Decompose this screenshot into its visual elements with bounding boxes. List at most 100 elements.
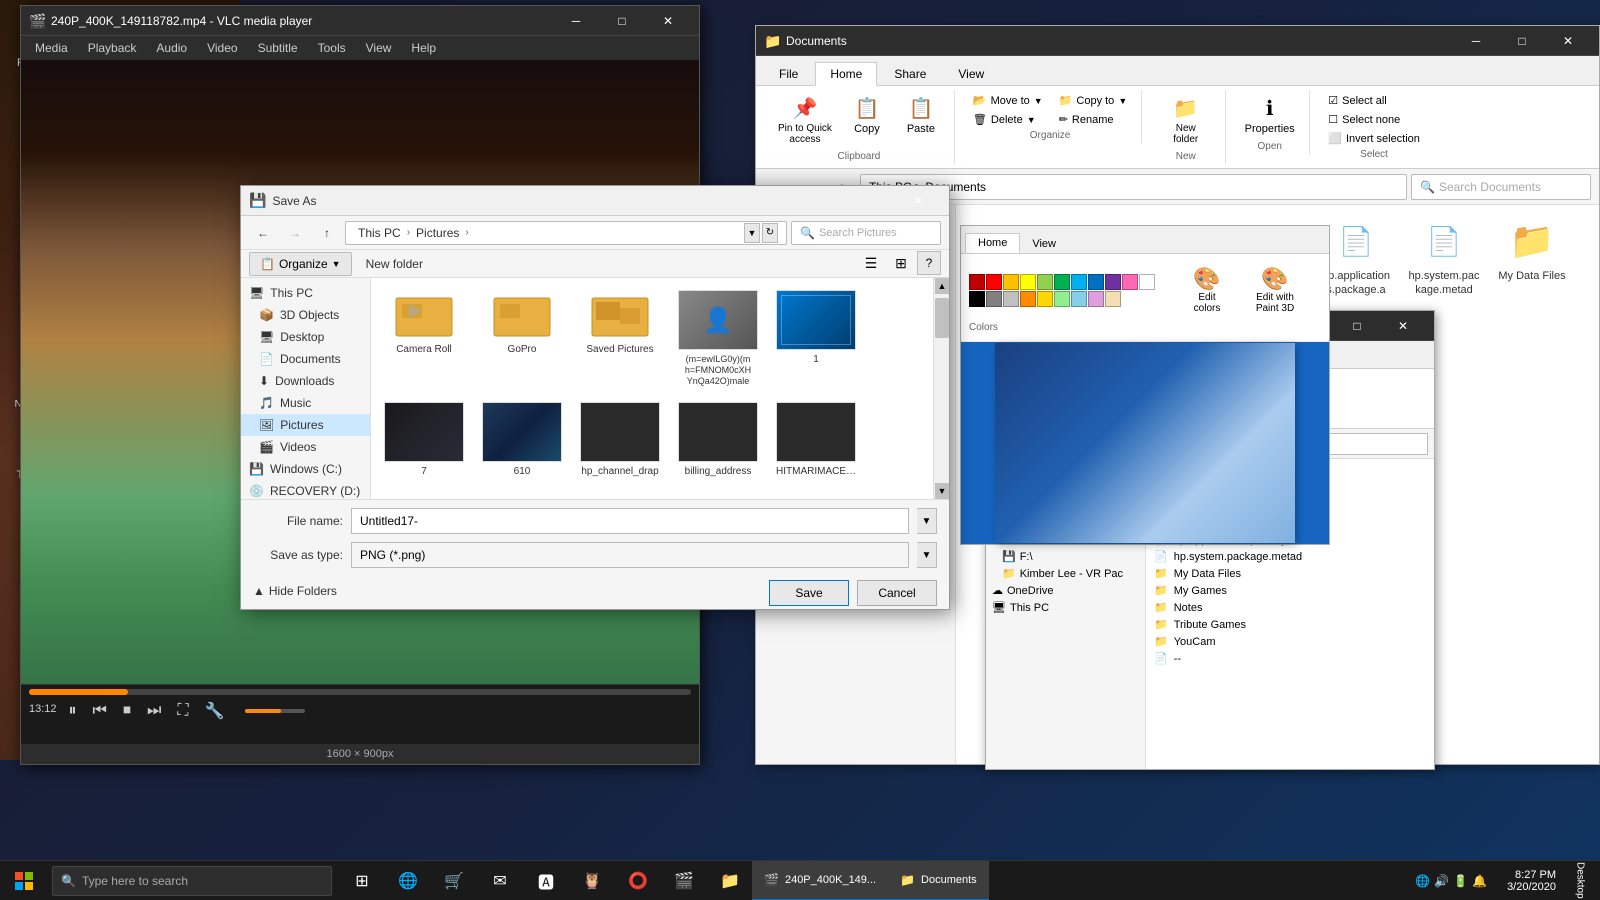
color-swatch-orange2[interactable] [1020,291,1036,307]
breadcrumb-pictures[interactable]: Pictures [412,225,463,241]
select-none-button[interactable]: ☐ Select none [1322,111,1426,128]
color-swatch-plum[interactable] [1088,291,1104,307]
dialog-back-button[interactable]: ← [249,219,277,247]
vlc-stop-button[interactable]: ⏹ [119,702,135,720]
color-swatch-lightgreen[interactable] [1054,291,1070,307]
invert-selection-button[interactable]: ⬜ Invert selection [1322,130,1426,147]
file-hp-sys[interactable]: 📄 hp.system.package.metad [1404,213,1484,302]
sm-nav-onedrive[interactable]: ☁ OneDrive [986,582,1145,599]
save-type-dropdown[interactable]: ▼ [917,542,937,568]
dialog-image-7[interactable]: 7 [379,398,469,482]
dialog-folder-camera-roll[interactable]: Camera Roll [379,286,469,390]
sm-file-my-data[interactable]: 📁 My Data Files [1150,565,1430,582]
vlc-maximize-button[interactable]: □ [599,6,645,36]
color-swatch-orange[interactable] [1003,274,1019,290]
pin-to-quick-access-button[interactable]: 📌 Pin to Quickaccess [772,92,838,149]
sm-nav-kimber[interactable]: 📁 Kimber Lee - VR Pac [986,565,1145,582]
vlc-extended-button[interactable]: 🔧 [201,701,229,721]
color-swatch-green[interactable] [1054,274,1070,290]
explorer-taskbar-app[interactable]: 📁 Documents [888,861,989,900]
vlc-menu-audio[interactable]: Audio [146,39,197,57]
new-folder-button[interactable]: 📁 Newfolder [1161,92,1211,149]
select-all-button[interactable]: ☑ Select all [1322,92,1426,109]
view-list-button[interactable]: ☰ [857,251,885,277]
explorer-sm-close[interactable]: ✕ [1380,311,1426,341]
file-my-data[interactable]: 📁 My Data Files [1492,213,1572,302]
paint-canvas-area[interactable] [961,342,1329,544]
opera-button[interactable]: ⭕ [616,861,660,900]
vlc-prev-button[interactable]: ⏮ [89,702,111,720]
color-swatch-gold[interactable] [1037,291,1053,307]
dialog-address-bar[interactable]: This PC › Pictures › ▼ ↻ [345,221,787,245]
dialog-search-bar[interactable]: 🔍 Search Pictures [791,221,941,245]
color-swatch-gray[interactable] [986,291,1002,307]
vlc-taskbar-app[interactable]: 🎬 240P_400K_149... [752,861,888,900]
explorer-sm-maximize[interactable]: □ [1334,311,1380,341]
address-refresh-button[interactable]: ↻ [762,223,778,243]
sm-file-my-games[interactable]: 📁 My Games [1150,582,1430,599]
dialog-folder-gopro[interactable]: GoPro [477,286,567,390]
vlc-menu-playback[interactable]: Playback [78,39,147,57]
vlc-close-button[interactable]: ✕ [645,6,691,36]
dialog-nav-documents[interactable]: 📄 Documents [241,348,370,370]
save-type-input[interactable]: PNG (*.png) [351,542,909,568]
amazon-button[interactable]: 🅰 [524,861,568,900]
dialog-image-person[interactable]: 👤 (m=ewILG0y)(mh=FMNOM0cXHYnQa42O)male [673,286,763,390]
scroll-up-button[interactable]: ▲ [935,278,949,294]
vlc-minimize-button[interactable]: ─ [553,6,599,36]
dialog-nav-music[interactable]: 🎵 Music [241,392,370,414]
dialog-image-610[interactable]: 610 [477,398,567,482]
sm-file-youcam[interactable]: 📁 YouCam [1150,633,1430,650]
dialog-scrollbar[interactable]: ▲ ▼ [933,278,949,499]
vlc-menu-help[interactable]: Help [401,39,446,57]
vlc-volume-bar[interactable] [245,709,305,713]
edit-with-paint3d-button[interactable]: 🎨 Edit withPaint 3D [1245,262,1305,318]
file-name-dropdown[interactable]: ▼ [917,508,937,534]
delete-button[interactable]: 🗑 Delete ▼ [967,111,1049,128]
save-button[interactable]: Save [769,580,849,606]
move-to-button[interactable]: 📂 Move to ▼ [967,92,1049,109]
organize-button[interactable]: 📋 Organize ▼ [249,252,352,276]
file-name-input[interactable] [351,508,909,534]
color-swatch-pink[interactable] [1122,274,1138,290]
vlc-menu-video[interactable]: Video [197,39,247,57]
copy-button[interactable]: 📋 Copy [842,92,892,139]
properties-button[interactable]: ℹ Properties [1239,92,1301,139]
sm-file-tribute[interactable]: 📁 Tribute Games [1150,616,1430,633]
paint-tab-view[interactable]: View [1020,235,1068,253]
color-swatch-cyan[interactable] [1071,274,1087,290]
dialog-image-1[interactable]: 1 [771,286,861,390]
dialog-nav-recovery-d[interactable]: 💿 RECOVERY (D:) [241,480,370,499]
dialog-nav-videos[interactable]: 🎬 Videos [241,436,370,458]
sm-file-notes[interactable]: 📁 Notes [1150,599,1430,616]
rename-button[interactable]: ✏ Rename [1053,111,1134,128]
vlc-taskbar-button[interactable]: 🎬 [662,861,706,900]
scroll-down-button[interactable]: ▼ [935,483,949,499]
sm-nav-this-pc[interactable]: 🖥 This PC [986,599,1145,616]
dialog-image-hitmar[interactable]: HITMARIMACEIM [771,398,861,482]
color-swatch-black[interactable] [969,291,985,307]
vlc-pause-button[interactable]: ⏸ [65,702,81,720]
explorer-bg-search[interactable]: 🔍 Search Documents [1411,174,1591,200]
sm-file-hp-sys[interactable]: 📄 hp.system.package.metad [1150,548,1430,565]
dialog-nav-windows-c[interactable]: 💾 Windows (C:) [241,458,370,480]
vlc-next-button[interactable]: ⏭ [143,702,165,720]
explorer-bg-close[interactable]: ✕ [1545,26,1591,56]
cancel-button[interactable]: Cancel [857,580,937,606]
paint-tab-home[interactable]: Home [965,233,1020,253]
task-view-button[interactable]: ⊞ [340,861,384,900]
dialog-nav-3dobjects[interactable]: 📦 3D Objects [241,304,370,326]
dialog-image-billing[interactable]: billing_address [673,398,763,482]
taskbar-search-box[interactable]: 🔍 Type here to search [52,866,332,896]
vlc-menu-subtitle[interactable]: Subtitle [248,39,308,57]
color-swatch-silver[interactable] [1003,291,1019,307]
scroll-thumb[interactable] [935,298,949,338]
breadcrumb-this-pc[interactable]: This PC [354,225,405,241]
address-dropdown-button[interactable]: ▼ [744,223,760,243]
vlc-fullscreen-button[interactable]: ⛶ [173,702,192,720]
explorer-bg-minimize[interactable]: ─ [1453,26,1499,56]
color-swatch-red[interactable] [986,274,1002,290]
color-swatch-purple[interactable] [1105,274,1121,290]
taskbar-clock[interactable]: 8:27 PM 3/20/2020 [1499,869,1564,893]
dialog-nav-desktop[interactable]: 🖥 Desktop [241,326,370,348]
